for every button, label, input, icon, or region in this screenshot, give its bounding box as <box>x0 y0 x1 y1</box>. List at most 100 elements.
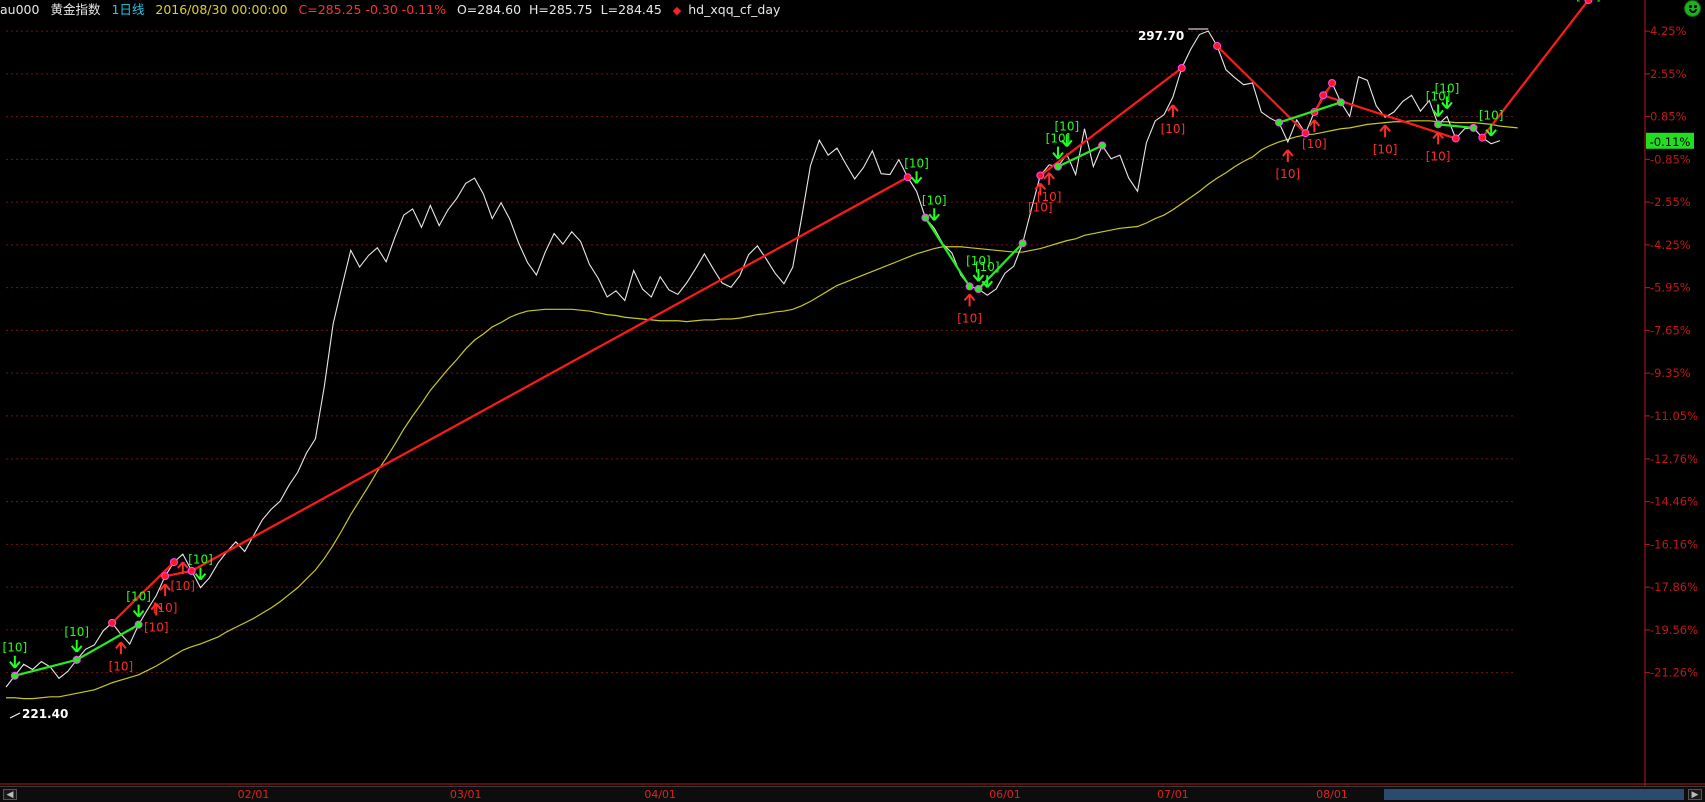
buy-signal-tag: [10] <box>1037 190 1062 204</box>
up-arrow-icon <box>1043 172 1055 185</box>
green-signal-segment-end-dot <box>1469 123 1478 132</box>
moving-average-line <box>6 120 1518 700</box>
up-arrow-icon <box>159 583 171 597</box>
y-tick-label: -7.65% <box>1650 323 1691 337</box>
y-tick-label: -5.95% <box>1650 281 1691 295</box>
up-arrow-icon <box>1282 149 1294 162</box>
red-signal-segment-end-dot <box>903 173 912 182</box>
y-tick-label: -0.85% <box>1650 152 1691 166</box>
red-signal-segment-start-dot <box>161 572 170 581</box>
down-arrow-icon <box>132 604 145 618</box>
y-tick-label: -17.86% <box>1650 580 1698 594</box>
sell-signal-tag: [10] <box>64 625 89 639</box>
current-change-label: -0.11% <box>1650 135 1691 149</box>
y-tick-label: -12.76% <box>1650 452 1698 466</box>
up-arrow-icon <box>963 293 976 307</box>
y-tick-label: -9.35% <box>1650 366 1691 380</box>
green-signal-segment-start-dot <box>1053 162 1062 171</box>
sell-signal-tag: [10] <box>3 641 28 655</box>
red-signal-segment-start-dot <box>108 618 117 627</box>
buy-signal-tag: [10] <box>144 621 169 635</box>
red-signal-segment-start-dot <box>1319 91 1328 100</box>
sell-signal-tag: [10] <box>1479 109 1504 123</box>
scroll-right-button[interactable]: ▶ <box>1688 789 1702 800</box>
y-tick-label: -16.16% <box>1650 537 1698 551</box>
y-tick-label: 2.55% <box>1650 67 1687 81</box>
buy-signal-tag: [10] <box>153 601 178 615</box>
up-arrow-icon <box>1167 104 1179 118</box>
green-signal-segment <box>1278 101 1342 124</box>
red-signal-segment-end-dot <box>169 558 178 567</box>
sell-signal-tag: [10] <box>1055 119 1080 133</box>
green-signal-segment <box>14 658 77 677</box>
sell-signal-tag: [10] <box>188 553 213 567</box>
sell-signal-tag: [10] <box>904 156 929 170</box>
buy-signal-tag: [10] <box>1276 167 1301 181</box>
down-arrow-icon <box>1052 146 1064 160</box>
x-tick-label: 03/01 <box>449 788 482 801</box>
buy-signal-tag: [10] <box>170 579 195 593</box>
green-signal-segment-start-dot <box>974 285 983 294</box>
down-arrow-icon <box>928 208 940 221</box>
x-tick-label: 07/01 <box>1157 788 1189 801</box>
down-arrow-icon <box>9 655 21 669</box>
buy-signal-tag: [10] <box>1373 142 1398 156</box>
x-tick-label: 04/01 <box>644 788 677 801</box>
price-chart[interactable]: 4.25% 2.55% 0.85% -0.85% -2.55% -4.25% -5.95% -… <box>0 0 1705 786</box>
y-tick-label: -11.05% <box>1650 409 1698 423</box>
red-signal-segment-end-dot <box>1328 78 1337 87</box>
buy-signal-tag: [10] <box>957 311 982 325</box>
x-tick-label: 08/01 <box>1316 788 1348 801</box>
buy-signal-tag: [10] <box>1426 149 1451 163</box>
low-marker <box>9 712 21 719</box>
green-signal-segment-end-dot <box>1018 239 1027 248</box>
down-arrow-icon <box>910 171 923 184</box>
up-arrow-icon <box>1379 124 1391 138</box>
red-signal-segment-end-dot <box>1177 63 1186 72</box>
red-signal-segment-start-dot <box>1036 171 1045 180</box>
y-tick-label: -2.55% <box>1650 195 1691 209</box>
low-label: 221.40 <box>22 707 68 721</box>
red-signal-segment-end-dot <box>1301 129 1310 138</box>
red-signal-segment-start-dot <box>1213 41 1222 50</box>
sell-signal-tag: [10] <box>1576 0 1601 3</box>
green-signal-segment-start-dot <box>10 671 19 680</box>
red-signal-segment-start-dot <box>1478 133 1487 142</box>
green-signal-segment-start-dot <box>1434 120 1443 129</box>
red-signal-segment <box>1216 45 1307 134</box>
down-arrow-icon <box>194 567 207 581</box>
red-signal-segment <box>191 176 909 572</box>
red-signal-segment-end-dot <box>1451 134 1460 143</box>
close-price-line <box>5 30 1501 688</box>
sell-signal-tag: [10] <box>126 590 151 604</box>
buy-signal-tag: [10] <box>109 659 134 673</box>
scrollbar-thumb[interactable] <box>1384 789 1684 800</box>
time-axis-bar: ◀ ▶ 02/01 03/01 04/01 06/01 07/01 08/01 <box>0 786 1705 802</box>
up-arrow-icon <box>1308 119 1321 133</box>
sell-signal-tag: [10] <box>1435 81 1460 95</box>
green-signal-segment <box>924 217 971 288</box>
scroll-left-button[interactable]: ◀ <box>3 789 17 800</box>
down-arrow-icon <box>70 639 83 653</box>
green-signal-segment <box>1438 123 1474 129</box>
up-arrow-icon <box>115 641 127 655</box>
y-tick-label: -4.25% <box>1650 238 1691 252</box>
y-tick-label: 0.85% <box>1650 110 1687 124</box>
y-tick-label: 4.25% <box>1650 24 1687 38</box>
green-signal-segment-start-dot <box>1274 118 1283 127</box>
green-signal-segment-start-dot <box>921 213 930 222</box>
red-signal-segment-start-dot <box>187 566 196 575</box>
green-signal-segment-end-dot <box>134 620 143 629</box>
sell-signal-tag: [10] <box>975 260 1000 274</box>
sell-signal-tag: [10] <box>922 193 947 207</box>
y-tick-label: -14.46% <box>1650 495 1698 509</box>
x-tick-label: 02/01 <box>237 788 270 801</box>
high-label: 297.70 <box>1138 29 1184 43</box>
green-signal-segment-start-dot <box>72 655 81 664</box>
y-tick-label: -21.26% <box>1650 666 1698 680</box>
green-signal-segment-end-dot <box>1336 98 1345 107</box>
x-tick-label: 06/01 <box>989 788 1021 801</box>
buy-signal-tag: [10] <box>1302 137 1327 151</box>
green-signal-segment-end-dot <box>965 282 974 291</box>
y-tick-label: -19.56% <box>1650 623 1698 637</box>
